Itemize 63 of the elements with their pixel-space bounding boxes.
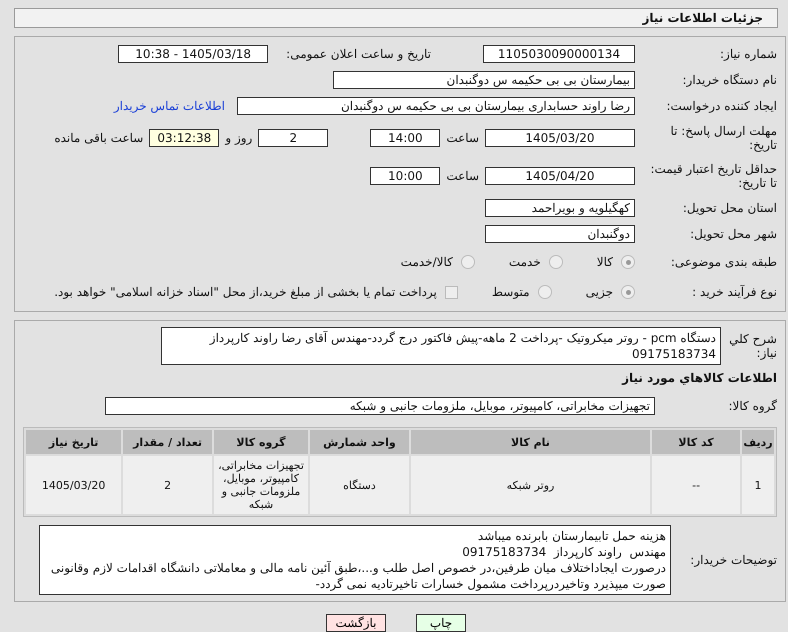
table-cell: 1 [742, 456, 774, 514]
text-field[interactable]: 1405/04/20 [485, 167, 635, 185]
field-label: نام دستگاه خریدار: [682, 73, 777, 87]
field-label: شرح کلي نياز: [728, 332, 777, 360]
text-field[interactable]: 2 [258, 129, 328, 147]
radio-label: کالا/خدمت [400, 255, 453, 269]
column-header: واحد شمارش [310, 430, 409, 454]
radio-button[interactable] [548, 255, 563, 269]
checkbox-label: پرداخت تمام یا بخشی از مبلغ خرید،از محل "اسناد خزانه اسلامی" خواهد بود. [54, 285, 437, 299]
field-label: شماره نیاز: [719, 47, 777, 61]
text-field[interactable]: دوگنبدان [485, 225, 635, 243]
radio-button[interactable] [538, 285, 552, 299]
field-label: ساعت [446, 169, 479, 183]
checkbox[interactable] [444, 286, 458, 298]
column-header: نام کالا [410, 430, 650, 454]
field-label: ساعت باقی مانده [54, 131, 144, 145]
buyer-contact-link[interactable]: اطلاعات تماس خریدار [114, 99, 225, 113]
column-header: گروه کالا [214, 430, 308, 454]
column-header: تعداد / مقدار [123, 430, 212, 454]
text-field[interactable]: تجهیزات مخابراتی، کامپیوتر، موبایل، ملزومات جانبی و شبکه [105, 397, 655, 415]
field-label: مهلت ارسال پاسخ: تا تاریخ: [669, 124, 777, 152]
radio-label: جزیی [586, 285, 613, 299]
radio-label: خدمت [508, 255, 541, 269]
text-field[interactable]: 10:00 [370, 167, 440, 185]
field-label: گروه کالا: [728, 399, 777, 413]
column-header: کد کالا [652, 430, 740, 454]
text-field[interactable]: 03:12:38 [149, 129, 220, 147]
text-field[interactable]: 1105030090000134 [483, 45, 635, 63]
table-cell: دستگاه [310, 456, 409, 514]
description-field[interactable]: دستگاه pcm - روتر میکروتیک -پرداخت 2 ماهه-پیش فاکتور درج گردد-مهندس آقای رضا راوند کارپرداز 09175183734 [161, 327, 721, 365]
column-header: ردیف [742, 430, 774, 454]
notes-field[interactable]: هزینه حمل تابیمارستان بابرنده میباشد مهندس راوند کارپرداز 09175183734 درصورت ایجاداختلاف میان طرفین،در خصوص اصل طلب و...،طبق آئین نامه مالی و معاملاتی دانشگاه اقدامات لازم وقانونی صورت میپذیرد وتاخیردرپرداخت مشمول خسارات تاخیرتادیه نمی گردد- [39, 525, 671, 595]
section-heading: اطلاعات كالاهاي مورد نياز [620, 370, 777, 387]
text-field[interactable]: رضا راوند حسابداری بیمارستان بی بی حکیمه س دوگنبدان [237, 97, 635, 115]
field-label: تاریخ و ساعت اعلان عمومی: [286, 47, 431, 61]
text-field[interactable]: 1405/03/18 - 10:38 [118, 45, 268, 63]
radio-button[interactable] [460, 255, 475, 269]
table-cell: 2 [123, 456, 212, 514]
field-label: استان محل تحویل: [682, 201, 777, 215]
field-label: حداقل تاریخ اعتبار قیمت: تا تاریخ: [649, 162, 777, 190]
table-cell: تجهیزات مخابراتی، کامپیوتر، موبایل، ملزومات جانبی و شبکه [214, 456, 308, 514]
back-button[interactable]: بازگشت [326, 614, 386, 632]
table-cell: -- [652, 456, 740, 514]
field-label: نوع فرآیند خرید : [691, 285, 777, 299]
field-label: روز و [225, 131, 252, 145]
field-label: شهر محل تحویل: [689, 227, 777, 241]
radio-label: کالا [596, 255, 613, 269]
field-label: ساعت [446, 131, 479, 145]
text-field[interactable]: 14:00 [370, 129, 440, 147]
field-label: طبقه بندی موضوعی: [670, 255, 777, 269]
page-title: جزئیات اطلاعات نیاز [14, 8, 778, 28]
radio-button[interactable] [621, 255, 635, 269]
text-field[interactable]: 1405/03/20 [485, 129, 635, 147]
text-field[interactable]: کهگیلویه و بویراحمد [485, 199, 635, 217]
radio-label: متوسط [492, 285, 530, 299]
column-header: تاریخ نیاز [26, 430, 122, 454]
table-cell: 1405/03/20 [26, 456, 122, 514]
field-label: ایجاد کننده درخواست: [665, 99, 777, 113]
print-button[interactable]: چاپ [416, 614, 466, 632]
table-cell: روتر شبکه [410, 456, 650, 514]
radio-button[interactable] [621, 285, 635, 299]
text-field[interactable]: بیمارستان بی بی حکیمه س دوگنبدان [333, 71, 635, 89]
field-label: توضیحات خریدار: [689, 553, 777, 567]
